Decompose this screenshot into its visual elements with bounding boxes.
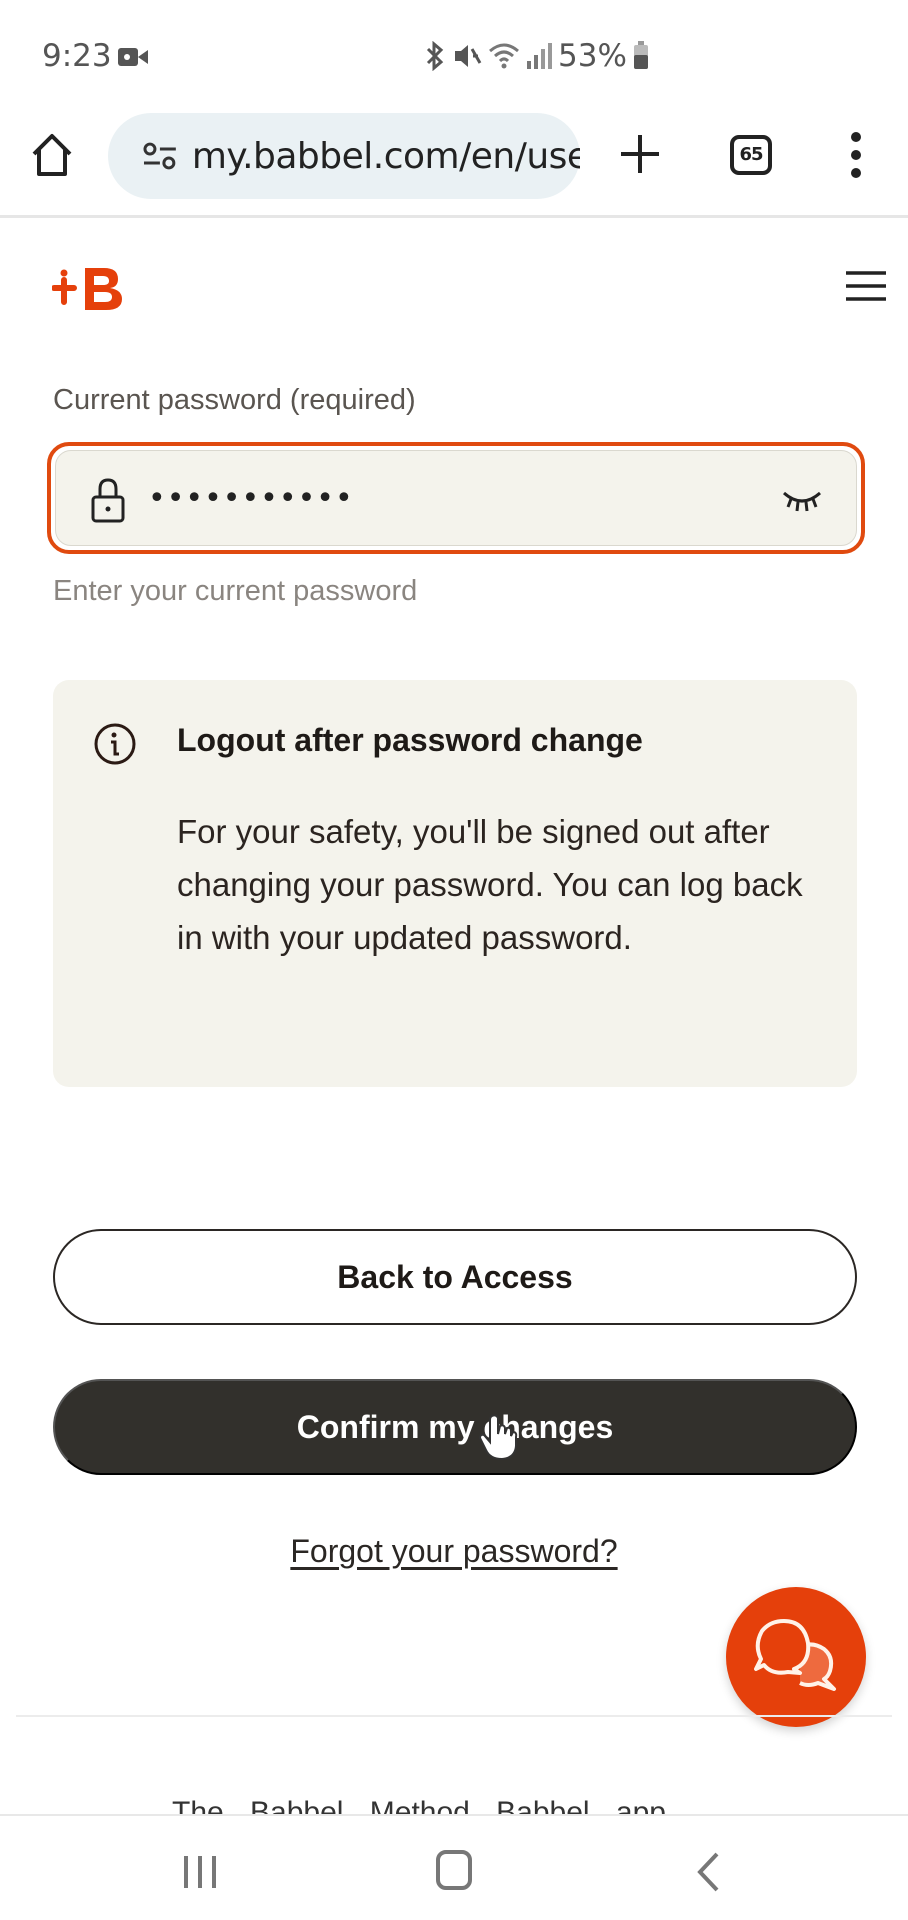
new-tab-icon[interactable]	[618, 132, 662, 176]
status-time: 9:23	[42, 38, 112, 74]
home-button[interactable]	[436, 1850, 472, 1890]
signal-icon	[527, 43, 552, 69]
footer-divider	[16, 1715, 892, 1717]
chat-support-button[interactable]	[726, 1587, 866, 1727]
hidden-eye-icon[interactable]	[782, 485, 822, 515]
battery-icon	[633, 41, 648, 69]
system-nav-bar	[0, 1814, 908, 1920]
current-password-helper: Enter your current password	[53, 575, 418, 607]
url-text[interactable]: my.babbel.com/en/user	[192, 136, 580, 177]
back-icon[interactable]	[695, 1852, 721, 1892]
tabs-switcher-button[interactable]: 65	[730, 135, 772, 175]
video-record-icon	[118, 48, 148, 66]
notice-title: Logout after password change	[177, 722, 643, 758]
browser-toolbar: my.babbel.com/en/user 65	[0, 100, 908, 218]
logout-notice: Logout after password change For your sa…	[53, 680, 857, 1087]
hamburger-menu-icon[interactable]	[846, 270, 886, 302]
hand-cursor-icon	[478, 1414, 518, 1461]
status-bar: 9:23 53%	[0, 0, 908, 100]
home-icon[interactable]	[30, 132, 74, 178]
current-password-field[interactable]: •••••••••••	[47, 442, 865, 554]
back-to-access-button[interactable]: Back to Access	[53, 1229, 857, 1325]
status-icons: 53%	[424, 38, 649, 74]
chat-bubbles-icon	[754, 1619, 836, 1691]
info-icon	[94, 723, 136, 765]
recents-icon[interactable]	[180, 1854, 220, 1890]
forgot-password-container: Forgot your password?	[0, 1533, 908, 1570]
site-settings-icon[interactable]	[142, 141, 178, 171]
mute-vibrate-icon	[455, 45, 482, 67]
more-menu-icon[interactable]	[846, 130, 866, 180]
bluetooth-icon	[426, 41, 444, 71]
current-password-input[interactable]: •••••••••••	[55, 450, 857, 546]
battery-percent: 53%	[558, 38, 627, 74]
notice-body: For your safety, you'll be signed out af…	[177, 813, 803, 956]
password-value[interactable]: •••••••••••	[148, 481, 354, 516]
current-password-label: Current password (required)	[53, 384, 416, 416]
babbel-logo[interactable]	[52, 264, 124, 312]
lock-icon	[91, 478, 125, 523]
forgot-password-link[interactable]: Forgot your password?	[290, 1533, 617, 1569]
confirm-changes-button[interactable]: Confirm my changes	[53, 1379, 857, 1475]
wifi-icon	[489, 43, 519, 69]
footer-links[interactable]: The Babbel Method Babbel app	[172, 1796, 666, 1815]
address-bar[interactable]: my.babbel.com/en/user	[108, 113, 580, 199]
